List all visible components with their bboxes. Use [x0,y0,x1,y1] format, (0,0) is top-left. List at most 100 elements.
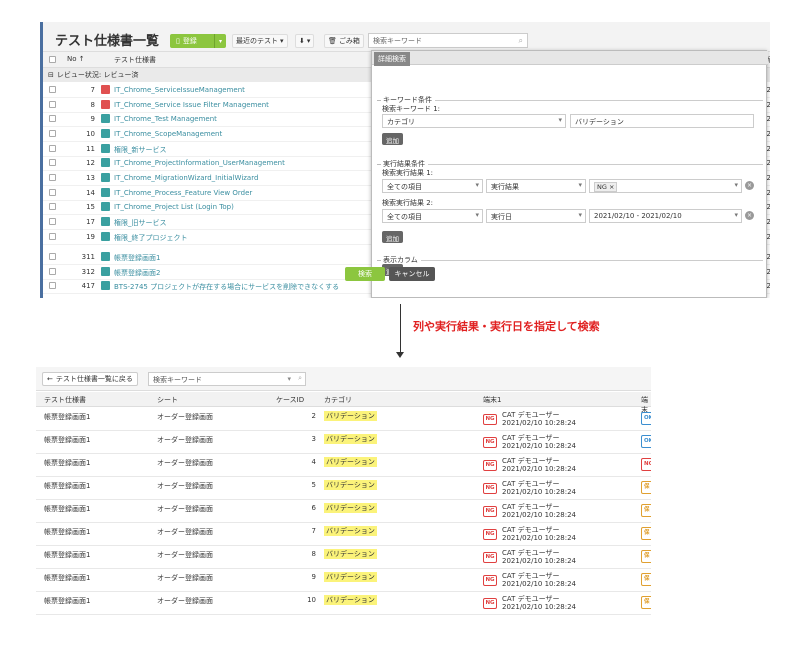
row-name[interactable]: IT_Chrome_ServiceIssueManagement [114,86,245,94]
table-row[interactable]: 帳票登録画面1 オーダー登録画面 5 バリデーション NG CAT デモユーザー 2021/… [36,477,651,500]
table-row[interactable]: 帳票登録画面1 オーダー登録画面 10 バリデーション NG CAT デモユーザー 2021… [36,592,651,615]
result-badge[interactable]: NG [483,552,497,563]
column-name[interactable]: テスト仕様書 [114,55,156,65]
row-checkbox[interactable] [49,282,56,289]
row-checkbox[interactable] [49,174,56,181]
row-spec: 帳票登録画面1 [44,482,91,490]
result-badge[interactable]: NG [483,460,497,471]
back-button[interactable]: ← テスト仕様書一覧に戻る [42,372,138,386]
search-placeholder: 検索キーワード [373,37,422,45]
device2-badge[interactable]: 保 [641,550,651,563]
select-all-checkbox[interactable] [49,56,56,63]
add-keyword-button[interactable]: 追加 [382,133,403,145]
table-row[interactable]: 帳票登録画面1 オーダー登録画面 6 バリデーション NG CAT デモユーザー 2021/… [36,500,651,523]
row-checkbox[interactable] [49,145,56,152]
row-checkbox[interactable] [49,203,56,210]
row-checkbox[interactable] [49,268,56,275]
row-checkbox[interactable] [49,115,56,122]
row-name[interactable]: 権限_旧サービス [114,218,167,228]
page-title: テスト仕様書一覧 [55,34,160,49]
search-icon[interactable]: ⌕ [519,36,523,46]
result-search-input[interactable]: 検索キーワード ▾ ⌕ [148,372,306,386]
row-name[interactable]: IT_Chrome_Process_Feature View Order [114,189,252,197]
download-button[interactable]: ⬇ ▾ [295,34,315,48]
device2-badge[interactable]: 保 [641,573,651,586]
row-name[interactable]: 帳票登録画面1 [114,253,160,263]
advanced-search-tab[interactable]: 詳細検索 [372,51,768,66]
result-badge[interactable]: NG [483,414,497,425]
recent-tests-button[interactable]: 最近のテスト ▾ [232,34,288,48]
row-name[interactable]: IT_Chrome_Project List (Login Top) [114,203,234,211]
search-button[interactable]: 検索 [345,267,385,281]
row-name[interactable]: IT_Chrome_Test Management [114,115,217,123]
row-checkbox[interactable] [49,159,56,166]
result-badge[interactable]: NG [483,506,497,517]
add-result-button[interactable]: 追加 [382,231,403,243]
table-row[interactable]: 帳票登録画面1 オーダー登録画面 3 バリデーション NG CAT デモユーザー 2021/… [36,431,651,454]
search-icon[interactable]: ⌕ [298,374,302,383]
row-name[interactable]: IT_Chrome_ScopeManagement [114,130,222,138]
device2-badge[interactable]: OK [641,435,651,448]
test-spec-list-screen: テスト仕様書一覧 ▯ 登録 ▾ 最近のテスト ▾ ⬇ ▾ 🗑 ごみ箱 検索キーワ… [40,22,770,298]
row-name[interactable]: IT_Chrome_ProjectInformation_UserManagem… [114,159,285,167]
table-row[interactable]: 帳票登録画面1 オーダー登録画面 9 バリデーション NG CAT デモユーザー 2021/… [36,569,651,592]
result-badge[interactable]: NG [483,483,497,494]
column-category[interactable]: カテゴリ [324,395,352,405]
trash-button[interactable]: 🗑 ごみ箱 [324,34,364,48]
keyword-field-select[interactable]: カテゴリ ▾ [382,114,566,128]
row-name[interactable]: IT_Chrome_MigrationWizard_InitialWizard [114,174,258,182]
search-input[interactable]: 検索キーワード ⌕ [368,33,528,48]
result2-scope-select[interactable]: 全ての項目 ▾ [382,209,483,223]
table-row[interactable]: 帳票登録画面1 オーダー登録画面 7 バリデーション NG CAT デモユーザー 2021/… [36,523,651,546]
cancel-button[interactable]: キャンセル [389,267,435,281]
result2-date-range[interactable]: 2021/02/10 - 2021/02/10 ▾ [589,209,742,223]
result-badge[interactable]: NG [483,529,497,540]
row-checkbox[interactable] [49,253,56,260]
row-checkbox[interactable] [49,130,56,137]
table-row[interactable]: 帳票登録画面1 オーダー登録画面 8 バリデーション NG CAT デモユーザー 2021/… [36,546,651,569]
ng-tag[interactable]: NG × [594,182,618,192]
result-badge[interactable]: NG [483,437,497,448]
row-checkbox[interactable] [49,233,56,240]
device2-badge[interactable]: 保 [641,596,651,609]
chevron-down-icon: ▾ [280,37,284,45]
row-category: バリデーション [324,549,377,559]
row-checkbox[interactable] [49,218,56,225]
clear-icon[interactable]: × [745,181,754,190]
row-checkbox[interactable] [49,101,56,108]
device2-badge[interactable]: 保 [641,481,651,494]
row-time: 2021/02/10 10:28:24 [502,442,577,450]
column-sheet[interactable]: シート [157,395,178,405]
spec-icon [101,252,110,261]
table-row[interactable]: 帳票登録画面1 オーダー登録画面 2 バリデーション NG CAT デモユーザー 2021/… [36,408,651,431]
result1-value-select[interactable]: NG × ▾ [589,179,742,193]
result2-field-select[interactable]: 実行日 ▾ [486,209,586,223]
result-badge[interactable]: NG [483,575,497,586]
device2-badge[interactable]: NG [641,458,651,471]
column-no[interactable]: No ↑ [67,55,85,63]
column-case-id[interactable]: ケースID [276,395,304,405]
chevron-down-icon[interactable]: ▾ [287,375,291,383]
row-name[interactable]: BTS-2745 プロジェクトが存在する場合にサービスを削除できなくする [114,282,339,292]
row-name[interactable]: IT_Chrome_Service Issue Filter Managemen… [114,101,269,109]
result-badge[interactable]: NG [483,598,497,609]
row-spec: 帳票登録画面1 [44,505,91,513]
collapse-icon[interactable]: ⊟ [48,71,54,79]
chevron-down-icon[interactable]: ▾ [214,34,226,48]
device2-badge[interactable]: 保 [641,527,651,540]
row-name[interactable]: 帳票登録画面2 [114,268,160,278]
row-name[interactable]: 権限_新サービス [114,145,167,155]
clear-icon[interactable]: × [745,211,754,220]
row-checkbox[interactable] [49,86,56,93]
row-name[interactable]: 権限_終了プロジェクト [114,233,188,243]
column-spec[interactable]: テスト仕様書 [44,395,86,405]
row-checkbox[interactable] [49,189,56,196]
result1-field-select[interactable]: 実行結果 ▾ [486,179,586,193]
register-button[interactable]: ▯ 登録 ▾ [170,34,226,48]
column-device1[interactable]: 端末1 [483,395,501,405]
device2-badge[interactable]: 保 [641,504,651,517]
device2-badge[interactable]: OK [641,412,651,425]
result1-scope-select[interactable]: 全ての項目 ▾ [382,179,483,193]
table-row[interactable]: 帳票登録画面1 オーダー登録画面 4 バリデーション NG CAT デモユーザー 2021/… [36,454,651,477]
keyword-value-input[interactable]: バリデーション [570,114,754,128]
